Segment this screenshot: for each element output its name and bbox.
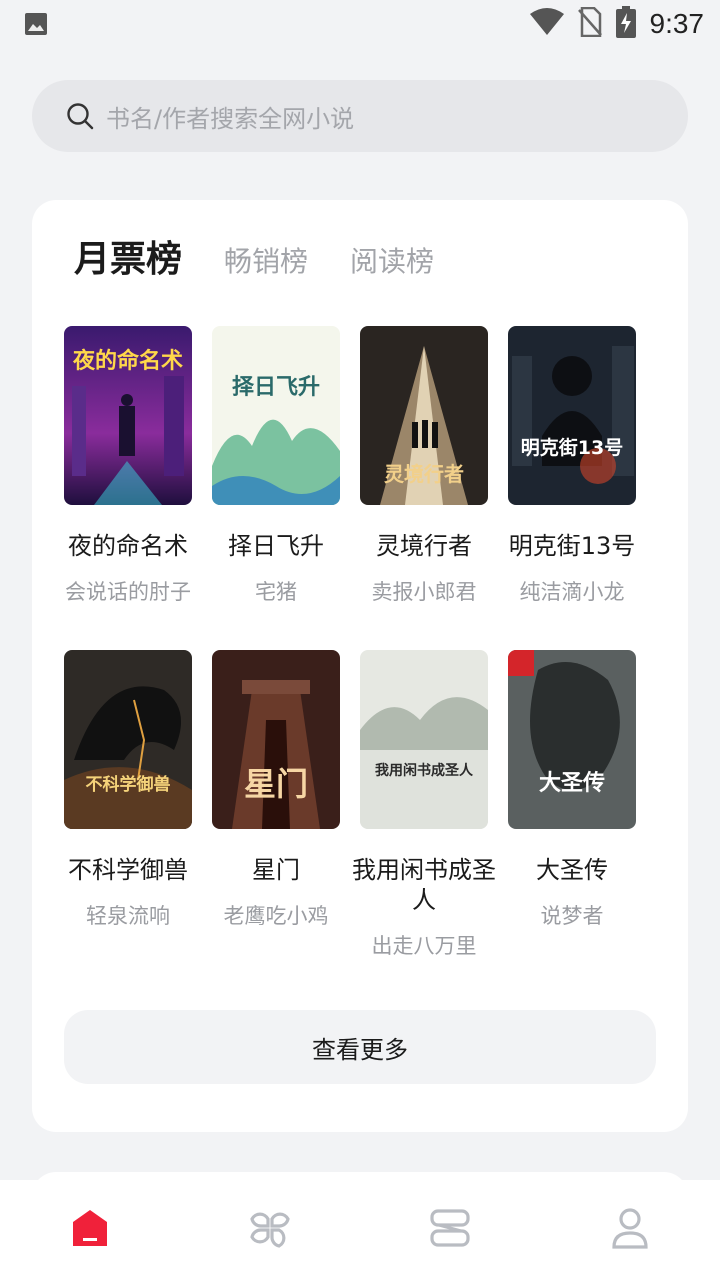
book-title: 择日飞升 [228,532,324,560]
nav-profile[interactable] [540,1180,720,1280]
book-author: 老鹰吃小鸡 [223,904,329,928]
book-author: 会说话的肘子 [65,580,191,604]
bookshelf-icon [429,1208,471,1252]
book-title: 明克街13号 [508,532,636,560]
book-author: 宅猪 [255,580,297,604]
book-item[interactable]: 择日飞升 择日飞升 宅猪 [202,326,350,605]
book-title: 我用闲书成圣人 [352,856,496,914]
wifi-icon [529,8,564,40]
book-title: 星门 [252,856,300,884]
book-title: 不科学御兽 [68,856,188,884]
svg-text:灵境行者: 灵境行者 [384,462,464,486]
book-item[interactable]: 星门 星门 老鹰吃小鸡 [202,650,350,929]
book-item[interactable]: 明克街13号 明克街13号 纯洁滴小龙 [498,326,646,605]
book-author: 轻泉流响 [86,904,170,928]
book-author: 出走八万里 [371,934,477,958]
book-title: 夜的命名术 [68,532,188,560]
nav-bookshelf[interactable] [360,1180,540,1280]
rank-tabs: 月票榜 畅销榜 阅读榜 [74,230,476,282]
book-item[interactable]: 夜的命名术 夜的命名术 会说话的肘子 [54,326,202,605]
rank-card: 月票榜 畅销榜 阅读榜 夜的命名术 夜的命名术 会说话的肘子 择日飞升 择日飞升… [32,200,688,1132]
status-bar: 9:37 [0,0,720,48]
svg-text:我用闲书成圣人: 我用闲书成圣人 [375,762,474,779]
book-cover[interactable]: 不科学御兽 [64,650,192,829]
svg-text:星门: 星门 [244,765,308,803]
svg-text:大圣传: 大圣传 [539,770,605,796]
book-item[interactable]: 不科学御兽 不科学御兽 轻泉流响 [54,650,202,929]
book-cover[interactable]: 夜的命名术 [64,326,192,505]
book-author: 纯洁滴小龙 [519,580,625,604]
book-author: 卖报小郎君 [371,580,477,604]
book-cover[interactable]: 我用闲书成圣人 [360,650,488,829]
tab-reading[interactable]: 阅读榜 [350,240,434,280]
search-placeholder: 书名/作者搜索全网小说 [106,104,355,133]
book-cover[interactable]: 大圣传 [508,650,636,829]
nav-category[interactable] [180,1180,360,1280]
profile-icon [611,1207,649,1253]
svg-text:明克街13号: 明克街13号 [521,436,623,459]
book-cover[interactable]: 星门 [212,650,340,829]
home-icon [71,1208,109,1252]
battery-charging-icon [615,6,636,42]
book-item[interactable]: 我用闲书成圣人 我用闲书成圣人 出走八万里 [350,650,498,959]
svg-text:择日飞升: 择日飞升 [232,374,320,400]
tab-bestseller[interactable]: 畅销榜 [224,240,308,280]
status-time: 9:37 [649,8,705,39]
book-cover[interactable]: 明克街13号 [508,326,636,505]
category-icon [249,1207,291,1253]
bottom-nav [0,1180,720,1280]
book-item[interactable]: 大圣传 大圣传 说梦者 [498,650,646,929]
svg-text:不科学御兽: 不科学御兽 [86,774,171,795]
book-author: 说梦者 [540,904,604,928]
book-cover[interactable]: 灵境行者 [360,326,488,505]
no-sim-icon [577,6,602,41]
book-cover[interactable]: 择日飞升 [212,326,340,505]
book-item[interactable]: 灵境行者 灵境行者 卖报小郎君 [350,326,498,605]
nav-home[interactable] [0,1180,180,1280]
tab-monthly-ticket[interactable]: 月票榜 [74,230,182,282]
book-title: 灵境行者 [376,532,472,560]
search-icon [66,102,94,130]
svg-text:夜的命名术: 夜的命名术 [72,348,183,374]
search-bar[interactable]: 书名/作者搜索全网小说 [32,80,688,152]
image-icon [24,12,48,40]
view-more-button[interactable]: 查看更多 [64,1010,656,1084]
book-title: 大圣传 [536,856,608,884]
